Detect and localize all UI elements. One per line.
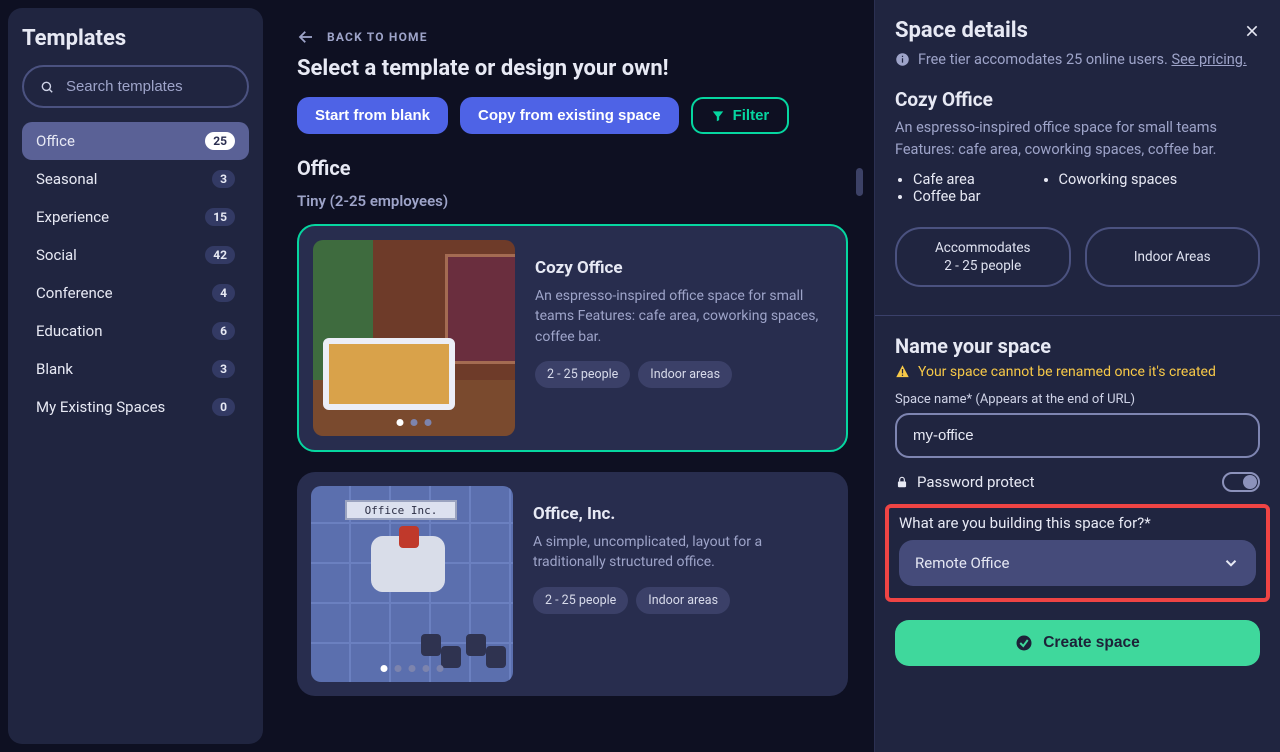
sidebar-item-count: 15 xyxy=(205,208,235,226)
arrow-left-icon xyxy=(297,28,315,46)
tier-note: Free tier accomodates 25 online users. S… xyxy=(875,49,1280,70)
space-details-panel: Space details Free tier accomodates 25 o… xyxy=(874,0,1280,752)
template-card-office-inc[interactable]: Office Inc. Office, Inc. A simple, uncom… xyxy=(297,472,848,696)
space-name-label: Space name* (Appears at the end of URL) xyxy=(875,392,1280,407)
sidebar-item-blank[interactable]: Blank 3 xyxy=(22,350,249,388)
divider xyxy=(875,315,1280,316)
capacity-pill: Accommodates 2 - 25 people xyxy=(895,227,1071,287)
sidebar-item-experience[interactable]: Experience 15 xyxy=(22,198,249,236)
sidebar-item-my-existing-spaces[interactable]: My Existing Spaces 0 xyxy=(22,388,249,426)
sidebar-item-count: 25 xyxy=(205,132,235,150)
template-title: Office, Inc. xyxy=(533,504,834,524)
capacity-chip: 2 - 25 people xyxy=(535,361,630,388)
close-panel-button[interactable] xyxy=(1244,23,1260,39)
thumbnail-label: Office Inc. xyxy=(345,500,457,520)
sidebar-item-label: Experience xyxy=(36,208,109,226)
feature-item: Coworking spaces xyxy=(1059,171,1178,188)
copy-existing-button[interactable]: Copy from existing space xyxy=(460,97,679,134)
rename-warning: Your space cannot be renamed once it's c… xyxy=(875,364,1280,380)
search-icon xyxy=(40,79,54,95)
template-title: Cozy Office xyxy=(535,258,832,278)
check-circle-icon xyxy=(1015,634,1033,652)
sidebar-item-social[interactable]: Social 42 xyxy=(22,236,249,274)
filter-icon xyxy=(711,109,725,123)
template-thumbnail: Office Inc. xyxy=(311,486,513,682)
close-icon xyxy=(1244,23,1260,39)
scrollbar[interactable] xyxy=(856,168,863,196)
sidebar-item-label: Social xyxy=(36,246,77,264)
sidebar-item-label: My Existing Spaces xyxy=(36,398,165,416)
main-heading: Select a template or design your own! xyxy=(297,56,848,81)
create-space-button[interactable]: Create space xyxy=(895,620,1260,666)
section-title: Office xyxy=(297,156,848,180)
sidebar-item-conference[interactable]: Conference 4 xyxy=(22,274,249,312)
sidebar-item-seasonal[interactable]: Seasonal 3 xyxy=(22,160,249,198)
sidebar-title: Templates xyxy=(22,26,249,51)
sidebar-item-education[interactable]: Education 6 xyxy=(22,312,249,350)
see-pricing-link[interactable]: See pricing. xyxy=(1171,51,1246,68)
template-description: A simple, uncomplicated, layout for a tr… xyxy=(533,532,834,573)
back-to-home[interactable]: BACK TO HOME xyxy=(297,28,848,46)
search-templates[interactable] xyxy=(22,65,249,108)
space-name-input[interactable] xyxy=(895,413,1260,458)
areas-chip: Indoor areas xyxy=(636,587,730,614)
filter-button[interactable]: Filter xyxy=(691,97,790,134)
sidebar-item-count: 4 xyxy=(212,284,235,302)
areas-pill: Indoor Areas xyxy=(1085,227,1261,287)
info-icon xyxy=(895,52,910,67)
warning-icon xyxy=(895,364,910,379)
purpose-label: What are you building this space for?* xyxy=(899,514,1256,532)
sidebar-item-count: 0 xyxy=(212,398,235,416)
purpose-select[interactable]: Remote Office xyxy=(899,540,1256,586)
password-protect-label: Password protect xyxy=(895,473,1035,491)
feature-item: Coffee bar xyxy=(913,188,981,205)
sidebar-item-label: Conference xyxy=(36,284,113,302)
carousel-dots[interactable] xyxy=(381,665,444,672)
main-area: BACK TO HOME Select a template or design… xyxy=(271,0,874,752)
sidebar-item-count: 3 xyxy=(212,360,235,378)
start-from-blank-button[interactable]: Start from blank xyxy=(297,97,448,134)
selected-template-desc: An espresso-inspired office space for sm… xyxy=(875,117,1280,161)
selected-template-title: Cozy Office xyxy=(875,88,1280,111)
areas-chip: Indoor areas xyxy=(638,361,732,388)
carousel-dots[interactable] xyxy=(397,419,432,426)
search-input[interactable] xyxy=(64,77,231,96)
templates-sidebar: Templates Office 25 Seasonal 3 Experience 15 S… xyxy=(8,8,263,744)
lock-icon xyxy=(895,475,909,489)
template-thumbnail xyxy=(313,240,515,436)
sidebar-item-label: Education xyxy=(36,322,103,340)
subsection-title: Tiny (2-25 employees) xyxy=(297,192,848,210)
sidebar-item-office[interactable]: Office 25 xyxy=(22,122,249,160)
sidebar-item-label: Blank xyxy=(36,360,73,378)
sidebar-item-count: 6 xyxy=(212,322,235,340)
feature-list: Cafe areaCoffee bar Coworking spaces xyxy=(875,171,1280,205)
purpose-highlight: What are you building this space for?* R… xyxy=(885,504,1270,602)
chevron-down-icon xyxy=(1222,554,1240,572)
purpose-value: Remote Office xyxy=(915,554,1009,572)
name-space-heading: Name your space xyxy=(875,334,1280,358)
sidebar-item-label: Seasonal xyxy=(36,170,97,188)
password-toggle[interactable] xyxy=(1222,472,1260,492)
sidebar-item-count: 3 xyxy=(212,170,235,188)
back-label: BACK TO HOME xyxy=(327,30,428,44)
capacity-chip: 2 - 25 people xyxy=(533,587,628,614)
template-description: An espresso-inspired office space for sm… xyxy=(535,286,832,347)
sidebar-item-label: Office xyxy=(36,132,75,150)
sidebar-item-count: 42 xyxy=(205,246,235,264)
template-card-cozy-office[interactable]: Cozy Office An espresso-inspired office … xyxy=(297,224,848,452)
panel-title: Space details xyxy=(895,18,1028,43)
feature-item: Cafe area xyxy=(913,171,981,188)
